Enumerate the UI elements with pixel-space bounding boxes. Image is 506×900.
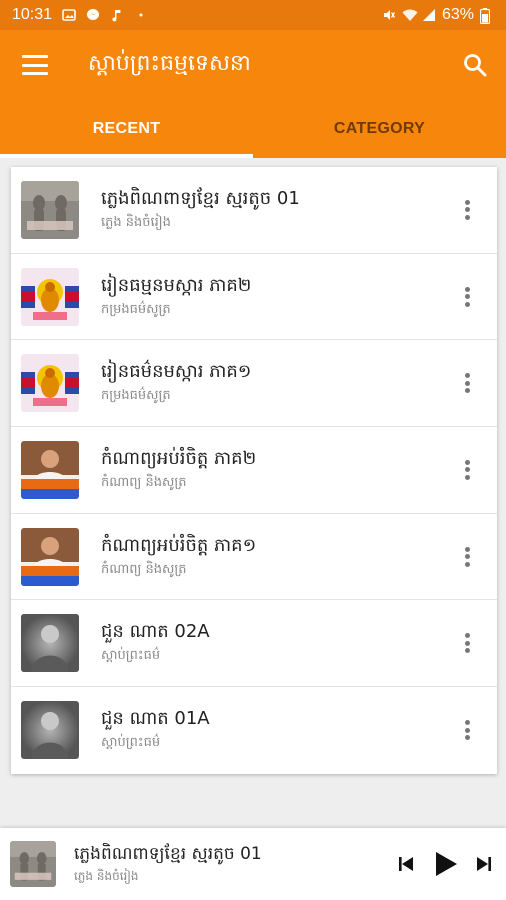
item-title: រៀនធម្មនមស្ការ ភាគ២	[101, 274, 252, 296]
status-time: 10:31	[12, 6, 53, 23]
monk-photo-thumbnail	[21, 701, 79, 760]
music-note-icon	[110, 8, 124, 22]
item-subtitle: កម្រងធម៌សូត្រ	[101, 388, 171, 404]
app-title: ស្តាប់ព្រះធម្មទេសនា	[88, 51, 251, 76]
recent-list: ភ្លេងពិណពាទ្យខ្មែរ ស្មរតូច 01 ភ្លេង និងច…	[11, 167, 497, 774]
skip-previous-icon[interactable]	[396, 854, 416, 874]
tab-bar: RECENT CATEGORY	[0, 100, 506, 158]
item-title: ជួន ណាត 02A	[101, 621, 210, 643]
status-bar: 10:31 63%	[0, 0, 506, 30]
poet-portrait-thumbnail	[21, 440, 79, 499]
apsara-relief-thumbnail	[21, 180, 79, 239]
buddha-poster-thumbnail	[21, 267, 79, 326]
more-options-icon[interactable]	[457, 198, 477, 222]
poet-portrait-thumbnail	[21, 527, 79, 586]
list-item[interactable]: កំណាព្យអប់រំចិត្ត ភាគ១ កំណាព្យ និងសូត្រ	[11, 514, 497, 601]
list-item[interactable]: ជួន ណាត 01A ស្តាប់ព្រះធម៌	[11, 687, 497, 774]
more-options-icon[interactable]	[457, 718, 477, 742]
item-title: កំណាព្យអប់រំចិត្ត ភាគ១	[101, 534, 257, 556]
tab-recent[interactable]: RECENT	[0, 100, 253, 158]
list-item[interactable]: រៀនធម៌នមស្ការ ភាគ១ កម្រងធម៌សូត្រ	[11, 340, 497, 428]
item-subtitle: កំណាព្យ និងសូត្រ	[101, 474, 187, 490]
item-subtitle: កម្រងធម៌សូត្រ	[101, 301, 171, 317]
search-icon[interactable]	[462, 52, 488, 78]
more-options-icon[interactable]	[457, 545, 477, 569]
active-tab-indicator	[0, 154, 253, 158]
item-title: រៀនធម៌នមស្ការ ភាគ១	[101, 361, 252, 383]
item-subtitle: ស្តាប់ព្រះធម៌	[101, 735, 161, 751]
play-icon[interactable]	[430, 849, 460, 879]
more-options-icon[interactable]	[457, 285, 477, 309]
mini-player[interactable]: ភ្លេងពិណពាទ្យខ្មែរ ស្មរតូច 01 ភ្លេង និងច…	[0, 828, 506, 900]
item-subtitle: កំណាព្យ និងសូត្រ	[101, 561, 187, 577]
list-item[interactable]: កំណាព្យអប់រំចិត្ត ភាគ២ កំណាព្យ និងសូត្រ	[11, 427, 497, 514]
signal-icon	[422, 8, 436, 22]
battery-percentage: 63%	[441, 6, 474, 23]
item-subtitle: ភ្លេង និងចំរៀង	[101, 214, 171, 230]
photo-notification-icon	[62, 8, 76, 22]
messenger-icon	[86, 8, 100, 22]
item-subtitle: ស្តាប់ព្រះធម៌	[101, 648, 161, 664]
more-options-icon[interactable]	[457, 631, 477, 655]
tab-category[interactable]: CATEGORY	[253, 100, 506, 158]
more-options-icon[interactable]	[457, 458, 477, 482]
dot-icon	[134, 8, 148, 22]
hamburger-menu-icon[interactable]	[22, 55, 48, 75]
skip-next-icon[interactable]	[474, 854, 494, 874]
playback-controls	[396, 849, 506, 879]
list-item[interactable]: ជួន ណាត 02A ស្តាប់ព្រះធម៌	[11, 600, 497, 688]
now-playing-subtitle: ភ្លេង និងចំរៀង	[74, 869, 139, 883]
more-options-icon[interactable]	[457, 371, 477, 395]
now-playing-title: ភ្លេងពិណពាទ្យខ្មែរ ស្មរតូច 01	[74, 844, 262, 864]
monk-photo-thumbnail	[21, 614, 79, 673]
wifi-icon	[402, 8, 418, 22]
item-title: ភ្លេងពិណពាទ្យខ្មែរ ស្មរតូច 01	[101, 187, 300, 209]
list-item[interactable]: ភ្លេងពិណពាទ្យខ្មែរ ស្មរតូច 01 ភ្លេង និងច…	[11, 167, 497, 254]
toolbar: ស្តាប់ព្រះធម្មទេសនា	[0, 30, 506, 100]
app-bar: ស្តាប់ព្រះធម្មទេសនា RECENT CATEGORY	[0, 30, 506, 158]
item-title: កំណាព្យអប់រំចិត្ត ភាគ២	[101, 447, 257, 469]
now-playing-thumbnail	[10, 841, 56, 887]
buddha-poster-thumbnail	[21, 354, 79, 413]
mute-icon	[382, 8, 396, 22]
item-title: ជួន ណាត 01A	[101, 708, 210, 730]
list-item[interactable]: រៀនធម្មនមស្ការ ភាគ២ កម្រងធម៌សូត្រ	[11, 254, 497, 341]
battery-icon	[479, 8, 494, 25]
